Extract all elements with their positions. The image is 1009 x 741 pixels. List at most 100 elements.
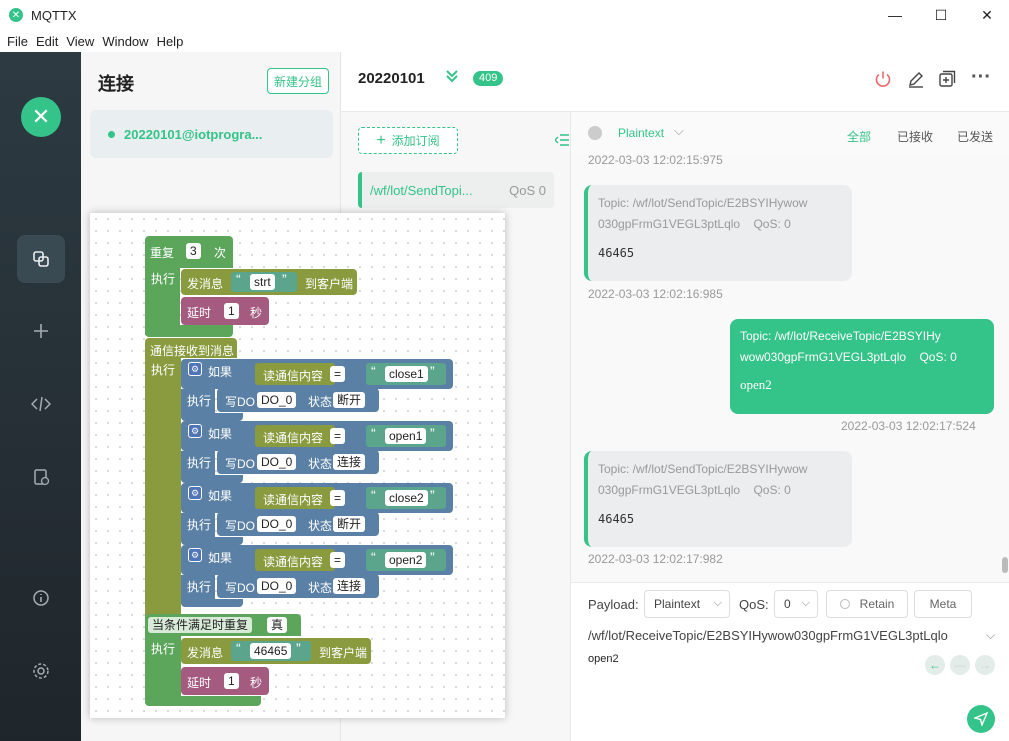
- gear-icon[interactable]: ⚙: [188, 548, 202, 562]
- clear-icon[interactable]: [588, 126, 602, 140]
- chevron-down-icon[interactable]: ⌵: [674, 123, 684, 139]
- connection-item[interactable]: 20220101@iotprogra...: [90, 110, 333, 158]
- exec-label: 执行: [187, 394, 212, 408]
- filter-all[interactable]: 全部: [847, 128, 871, 145]
- maximize-button[interactable]: ☐: [918, 0, 964, 30]
- received-message[interactable]: Topic: /wf/lot/SendTopic/E2BSYIHywow 030g…: [584, 185, 852, 281]
- collapse-list-icon[interactable]: [554, 133, 569, 150]
- message-text[interactable]: 46465: [250, 643, 292, 659]
- chevron-down-icon[interactable]: ⌵: [986, 628, 995, 643]
- publish-payload-editor[interactable]: open2: [588, 653, 619, 665]
- meta-button[interactable]: Meta: [914, 590, 972, 618]
- format-select[interactable]: Plaintext: [618, 126, 664, 140]
- read-content-label: 读通信内容: [263, 555, 324, 569]
- condition-text[interactable]: close2: [385, 490, 428, 506]
- messages-scrollbar[interactable]: [1002, 557, 1008, 573]
- do-port-select[interactable]: DO_0: [257, 454, 297, 470]
- more-options-icon[interactable]: ···: [971, 66, 991, 89]
- active-connection-name: 20220101: [358, 70, 425, 87]
- quote-close-icon: ”: [430, 487, 435, 503]
- qos-select[interactable]: 0 ⌵: [774, 590, 818, 618]
- gear-icon[interactable]: ⚙: [188, 362, 202, 376]
- quote-close-icon: ”: [296, 640, 301, 656]
- reset-icon[interactable]: —: [950, 655, 970, 675]
- read-content-label: 读通信内容: [263, 431, 324, 445]
- do-port-select[interactable]: DO_0: [257, 578, 297, 594]
- compare-operator[interactable]: =: [330, 552, 346, 568]
- qos-label: QoS:: [739, 597, 769, 612]
- edit-icon[interactable]: [907, 70, 925, 93]
- state-label: 状态: [308, 519, 333, 533]
- menu-file[interactable]: File: [7, 34, 28, 49]
- on-receive-body: [145, 358, 181, 618]
- messages-area: Plaintext ⌵ 全部 已接收 已发送 2022-03-03 12:02:…: [571, 112, 1009, 582]
- gear-icon[interactable]: ⚙: [188, 486, 202, 500]
- settings-icon[interactable]: [17, 647, 65, 695]
- repeat-while-select[interactable]: 当条件满足时重复: [148, 617, 253, 633]
- new-group-button[interactable]: 新建分组: [267, 68, 329, 94]
- log-icon[interactable]: [17, 453, 65, 501]
- publish-topic-input[interactable]: /wf/lot/ReceiveTopic/E2BSYIHywow030gpFrm…: [588, 628, 983, 643]
- do-port-select[interactable]: DO_0: [257, 516, 297, 532]
- menu-help[interactable]: Help: [157, 34, 184, 49]
- payload-format-select[interactable]: Plaintext ⌵: [644, 590, 730, 618]
- delay-value[interactable]: 1: [224, 303, 239, 319]
- received-message[interactable]: Topic: /wf/lot/SendTopic/E2BSYIHywow 030g…: [584, 451, 852, 547]
- compare-operator[interactable]: =: [330, 366, 346, 382]
- do-port-select[interactable]: DO_0: [257, 392, 297, 408]
- message-payload: open2: [740, 377, 772, 392]
- condition-text[interactable]: open1: [385, 428, 427, 444]
- condition-text[interactable]: close1: [385, 366, 428, 382]
- menu-edit[interactable]: Edit: [36, 34, 58, 49]
- gear-icon[interactable]: ⚙: [188, 424, 202, 438]
- state-label: 状态: [308, 395, 333, 409]
- state-select[interactable]: 断开: [333, 392, 366, 408]
- app-logo-icon: ✕: [9, 8, 23, 22]
- code-icon[interactable]: [17, 380, 65, 428]
- compare-operator[interactable]: =: [330, 428, 346, 444]
- close-button[interactable]: ✕: [964, 0, 1009, 30]
- condition-text[interactable]: open2: [385, 552, 427, 568]
- message-text[interactable]: strt: [250, 274, 275, 290]
- next-icon[interactable]: →: [975, 655, 995, 675]
- chevron-down-icon: ⌵: [801, 597, 810, 609]
- menu-view[interactable]: View: [66, 34, 94, 49]
- plus-icon[interactable]: [17, 307, 65, 355]
- compare-operator[interactable]: =: [330, 490, 346, 506]
- add-subscription-button[interactable]: + 添加订阅: [358, 127, 458, 154]
- filter-received[interactable]: 已接收: [897, 128, 933, 145]
- exec-label: 执行: [187, 456, 212, 470]
- previous-icon[interactable]: ←: [925, 655, 945, 675]
- minimize-button[interactable]: —: [872, 0, 918, 30]
- menu-window[interactable]: Window: [102, 34, 148, 49]
- read-content-label: 读通信内容: [263, 369, 324, 383]
- if-label: 如果: [208, 365, 233, 379]
- subscription-item[interactable]: /wf/lot/SendTopi... QoS 0: [358, 172, 554, 208]
- send-icon[interactable]: [967, 705, 995, 733]
- to-client-label: 到客户端: [319, 646, 368, 660]
- disconnect-icon[interactable]: [874, 70, 892, 93]
- exec-label: 执行: [187, 518, 212, 532]
- connection-header: 20220101 409 ···: [341, 52, 1009, 112]
- message-count-badge: 409: [473, 71, 504, 86]
- repeat-count[interactable]: 3: [186, 243, 201, 259]
- delay-value[interactable]: 1: [224, 673, 239, 689]
- new-window-icon[interactable]: [938, 70, 956, 93]
- delay-label: 延时: [187, 676, 212, 690]
- state-select[interactable]: 连接: [333, 578, 366, 594]
- filter-sent[interactable]: 已发送: [957, 128, 993, 145]
- retain-toggle[interactable]: Retain: [826, 590, 908, 618]
- chevron-double-down-icon[interactable]: [444, 68, 460, 88]
- state-select[interactable]: 断开: [333, 516, 366, 532]
- state-select[interactable]: 连接: [333, 454, 366, 470]
- write-do-label: 写DO: [225, 581, 256, 595]
- info-icon[interactable]: [17, 574, 65, 622]
- true-value[interactable]: 真: [267, 617, 288, 633]
- if-label: 如果: [208, 489, 233, 503]
- quote-close-icon: ”: [430, 425, 435, 441]
- message-timestamp: 2022-03-03 12:02:17:982: [588, 552, 723, 566]
- exec-label: 执行: [187, 580, 212, 594]
- sent-message[interactable]: Topic: /wf/lot/ReceiveTopic/E2BSYIHy wow0…: [730, 319, 994, 414]
- connections-icon[interactable]: [17, 235, 65, 283]
- blockly-workspace[interactable]: 重复 3 次 执行 发消息 “ strt ” 到客户端 延时 1 秒 通信接收到…: [90, 213, 505, 718]
